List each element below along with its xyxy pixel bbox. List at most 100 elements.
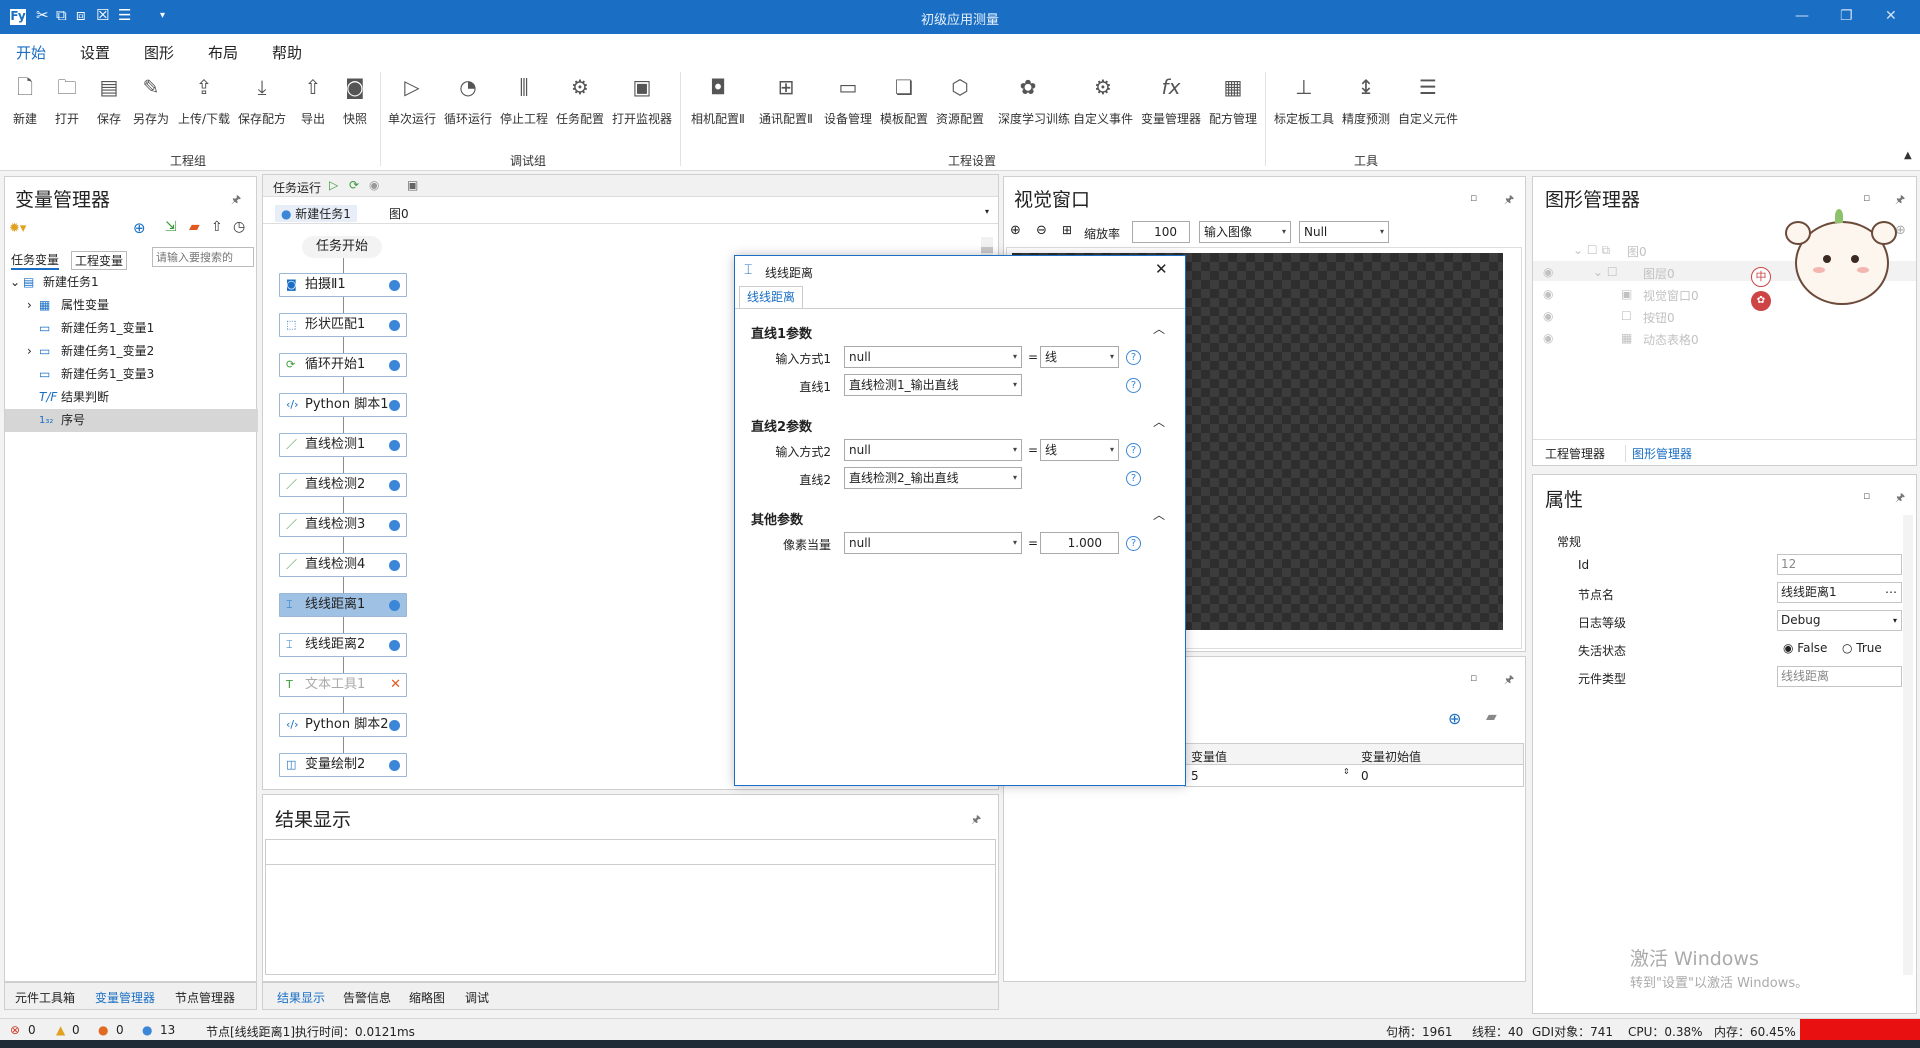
maximize-icon[interactable]: ▫ bbox=[1470, 191, 1477, 204]
pin-icon[interactable]: 🖈 bbox=[231, 191, 241, 210]
flow-node[interactable]: ‹/› Python 脚本2 bbox=[279, 713, 407, 737]
collapse-icon[interactable]: ︿ bbox=[1153, 320, 1165, 337]
pin-icon[interactable]: 🖈 bbox=[971, 811, 981, 830]
tree-item-var2[interactable]: › ▭ 新建任务1_变量2 bbox=[5, 340, 258, 363]
menu-layout[interactable]: 布局 bbox=[208, 42, 238, 63]
radio-false[interactable]: ◉ False bbox=[1783, 641, 1827, 655]
close-button[interactable]: ✕ bbox=[1885, 8, 1897, 24]
flow-node[interactable]: ⟳ 循环开始1 bbox=[279, 353, 407, 377]
eye-icon[interactable]: ◉ bbox=[1543, 309, 1553, 323]
maximize-icon[interactable]: ▫ bbox=[1863, 191, 1870, 204]
tab-node-manager[interactable]: 节点管理器 bbox=[175, 989, 235, 1006]
tree-item-attr[interactable]: › ▦ 属性变量 bbox=[5, 294, 258, 317]
sun-icon[interactable]: ✹▾ bbox=[9, 221, 26, 236]
menu-help[interactable]: 帮助 bbox=[272, 42, 302, 63]
null-select[interactable]: Null ▾ bbox=[1299, 221, 1389, 243]
menu-settings[interactable]: 设置 bbox=[80, 42, 110, 63]
run-once-icon[interactable]: ▷ bbox=[329, 178, 338, 192]
resource-config-button[interactable]: ⬡ 资源配置 bbox=[930, 74, 990, 127]
pin-icon[interactable]: 🖈 bbox=[1895, 489, 1905, 508]
dialog-tab[interactable]: 线线距离 bbox=[739, 286, 803, 308]
tree-item-result[interactable]: T/F 结果判断 bbox=[5, 386, 258, 409]
single-run-button[interactable]: ▷ 单次运行 bbox=[382, 74, 442, 127]
run-loop-icon[interactable]: ⟳ bbox=[349, 178, 359, 192]
add-icon[interactable]: ⊕ bbox=[1448, 709, 1461, 728]
eye-icon[interactable]: ◉ bbox=[1543, 265, 1553, 279]
custom-event-button[interactable]: ⚙ 自定义事件 bbox=[1073, 74, 1133, 127]
upload-download-button[interactable]: ⇪ 上传/下载 bbox=[174, 74, 234, 127]
stop-project-button[interactable]: ⫼ 停止工程 bbox=[494, 74, 554, 127]
flow-node[interactable]: ◫ 变量绘制2 bbox=[279, 753, 407, 777]
tab-result[interactable]: 结果显示 bbox=[277, 989, 325, 1006]
import-icon[interactable]: ⇲ bbox=[165, 219, 177, 235]
var-manager-button[interactable]: fx 变量管理器 bbox=[1141, 74, 1201, 127]
tab-graph0[interactable]: 图0 bbox=[389, 205, 409, 222]
flow-node-selected[interactable]: ⌶ 线线距离1 bbox=[279, 593, 407, 617]
monitor-icon[interactable]: ▣ bbox=[407, 178, 418, 192]
flow-node-disabled[interactable]: T 文本工具1 ✕ bbox=[279, 673, 407, 697]
task-config-button[interactable]: ⚙ 任务配置 bbox=[550, 74, 610, 127]
flow-node[interactable]: ⌶ 线线距离2 bbox=[279, 633, 407, 657]
search-input[interactable] bbox=[152, 247, 254, 267]
collapse-icon[interactable]: ︿ bbox=[1153, 506, 1165, 523]
prop-log-level-select[interactable]: Debug ▾ bbox=[1777, 610, 1902, 631]
tab-alarm[interactable]: 告警信息 bbox=[343, 989, 391, 1006]
tree-item-task1[interactable]: ⌄ ▤ 新建任务1 bbox=[5, 271, 258, 294]
tab-thumbnail[interactable]: 缩略图 bbox=[409, 989, 445, 1006]
mode2-select[interactable]: 线 ▾ bbox=[1040, 439, 1119, 461]
tab-project-manager[interactable]: 工程管理器 bbox=[1545, 445, 1605, 462]
deep-learning-button[interactable]: ✿ 深度学习训练 bbox=[998, 74, 1070, 127]
stop-icon[interactable]: ◉ bbox=[369, 178, 379, 192]
help-icon[interactable]: ? bbox=[1126, 443, 1141, 458]
device-manage-button[interactable]: ▭ 设备管理 bbox=[818, 74, 878, 127]
flow-node[interactable]: ‹/› Python 脚本1 bbox=[279, 393, 407, 417]
ime-zh-icon[interactable]: 中 bbox=[1751, 267, 1771, 287]
flow-node[interactable]: ⬚ 形状匹配1 bbox=[279, 313, 407, 337]
collapse-icon[interactable]: ︿ bbox=[1153, 413, 1165, 430]
tab-task1[interactable]: ● 新建任务1 bbox=[275, 205, 357, 222]
tree-item-index[interactable]: 1₃₂ 序号 bbox=[5, 409, 258, 432]
task-start-node[interactable]: 任务开始 bbox=[302, 236, 382, 258]
maximize-icon[interactable]: ▫ bbox=[1470, 671, 1477, 684]
history-icon[interactable]: ◷ bbox=[233, 219, 245, 235]
tab-debug[interactable]: 调试 bbox=[465, 989, 489, 1006]
tree-item-var3[interactable]: ▭ 新建任务1_变量3 bbox=[5, 363, 258, 386]
prop-id-field[interactable]: 12 bbox=[1777, 554, 1902, 575]
help-icon[interactable]: ? bbox=[1126, 536, 1141, 551]
flow-node[interactable]: ／直线检测3 bbox=[279, 513, 407, 537]
tab-var-manager[interactable]: 变量管理器 bbox=[95, 989, 155, 1006]
collapse-ribbon-icon[interactable]: ▲ bbox=[1904, 150, 1912, 161]
open-monitor-button[interactable]: ▣ 打开监视器 bbox=[612, 74, 672, 127]
radio-true[interactable]: ○ True bbox=[1842, 641, 1882, 655]
tab-graph-manager[interactable]: 图形管理器 bbox=[1625, 445, 1692, 462]
pin-icon[interactable]: 🖈 bbox=[1504, 191, 1514, 210]
eye-icon[interactable]: ◉ bbox=[1543, 331, 1553, 345]
prop-type-field[interactable]: 线线距离 bbox=[1777, 666, 1902, 687]
zoom-in-icon[interactable]: ⊕ bbox=[1010, 223, 1021, 238]
flow-node[interactable]: ／直线检测1 bbox=[279, 433, 407, 457]
maximize-icon[interactable]: ▫ bbox=[1863, 489, 1870, 502]
ime-tool-icon[interactable]: ✿ bbox=[1751, 291, 1771, 311]
fit-icon[interactable]: ⊞ bbox=[1062, 223, 1072, 237]
recipe-manage-button[interactable]: ▦ 配方管理 bbox=[1203, 74, 1263, 127]
menu-graphics[interactable]: 图形 bbox=[144, 42, 174, 63]
tab-toolbox[interactable]: 元件工具箱 bbox=[15, 989, 75, 1006]
loop-run-button[interactable]: ◔ 循环运行 bbox=[438, 74, 498, 127]
accuracy-predict-button[interactable]: ↨ 精度预测 bbox=[1336, 74, 1396, 127]
minimize-button[interactable]: — bbox=[1795, 8, 1809, 24]
tree-item-var1[interactable]: ▭ 新建任务1_变量1 bbox=[5, 317, 258, 340]
help-icon[interactable]: ? bbox=[1126, 350, 1141, 365]
input-mode1-select[interactable]: null ▾ bbox=[844, 346, 1022, 368]
more-icon[interactable]: ⋯ bbox=[1885, 583, 1897, 602]
pin-icon[interactable]: 🖈 bbox=[1504, 671, 1514, 690]
tab-dropdown-icon[interactable]: ▾ bbox=[985, 207, 989, 216]
line2-select[interactable]: 直线检测2_输出直线 ▾ bbox=[844, 467, 1022, 489]
line1-select[interactable]: 直线检测1_输出直线 ▾ bbox=[844, 374, 1022, 396]
input-mode2-select[interactable]: null ▾ bbox=[844, 439, 1022, 461]
tab-project-vars[interactable]: 工程变量 bbox=[71, 251, 128, 270]
flow-node[interactable]: ◙ 拍摄Ⅱ1 bbox=[279, 273, 407, 297]
help-icon[interactable]: ? bbox=[1126, 471, 1141, 486]
prop-name-field[interactable]: 线线距离1 ⋯ bbox=[1777, 582, 1902, 603]
save-as-button[interactable]: ✎ 另存为 bbox=[121, 74, 181, 127]
flow-node[interactable]: ／直线检测2 bbox=[279, 473, 407, 497]
